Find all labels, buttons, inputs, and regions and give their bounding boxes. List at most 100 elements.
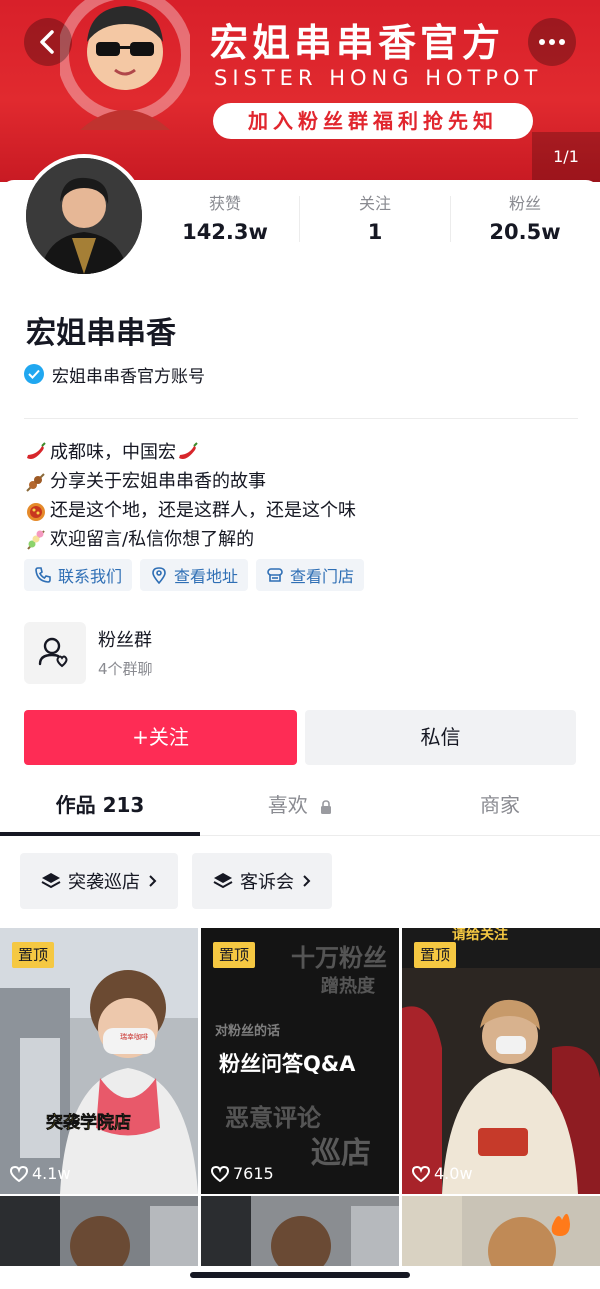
layers-icon bbox=[41, 873, 61, 889]
dango-icon bbox=[27, 529, 45, 550]
verified-row: 宏姐串串香官方账号 bbox=[24, 362, 205, 387]
collection-label: 突袭巡店 bbox=[68, 872, 140, 893]
stat-value: 20.5w bbox=[489, 220, 561, 244]
mask-logo-text: 瑞幸咖啡 bbox=[120, 1033, 148, 1041]
chip-label: 联系我们 bbox=[58, 567, 123, 586]
collection-surprise-inspection[interactable]: 突袭巡店 bbox=[20, 853, 178, 909]
video-card[interactable]: 十万粉丝 蹭热度 对粉丝的话 粉丝问答Q&A 恶意评论 巡店 置顶 7615 bbox=[201, 928, 399, 1194]
follow-button[interactable]: +关注 bbox=[24, 710, 297, 765]
like-count: 7615 bbox=[211, 1164, 274, 1183]
tab-works[interactable]: 作品 213 bbox=[0, 780, 200, 836]
chevron-right-icon bbox=[303, 875, 311, 887]
banner-title: 宏姐串串香官方 bbox=[210, 21, 505, 65]
video-thumbnail bbox=[0, 1196, 198, 1266]
video-card[interactable] bbox=[0, 1196, 198, 1266]
more-dots-icon bbox=[539, 39, 565, 45]
stat-label: 粉丝 bbox=[508, 194, 541, 213]
banner-text: 请给关注 bbox=[452, 928, 508, 943]
contact-us-chip[interactable]: 联系我们 bbox=[24, 559, 133, 591]
view-address-chip[interactable]: 查看地址 bbox=[140, 559, 249, 591]
stat-following[interactable]: 关注 1 bbox=[300, 190, 450, 244]
stat-value: 1 bbox=[367, 220, 383, 244]
watermark-text: 蹭热度 bbox=[321, 976, 375, 997]
view-store-chip[interactable]: 查看门店 bbox=[256, 559, 365, 591]
video-caption: 粉丝问答Q&A bbox=[219, 1052, 356, 1076]
bio-text: 成都味，中国宏 bbox=[50, 442, 176, 463]
fan-group-subtitle: 4个群聊 bbox=[98, 660, 153, 678]
profile-name: 宏姐串串香 bbox=[26, 316, 176, 351]
tab-label: 喜欢 bbox=[267, 793, 308, 817]
watermark-text: 恶意评论 bbox=[225, 1104, 321, 1132]
bio-line: 成都味，中国宏 bbox=[24, 438, 584, 467]
video-card[interactable] bbox=[402, 1196, 600, 1266]
banner-page-indicator: 1/1 bbox=[532, 132, 600, 182]
verified-check-icon bbox=[24, 364, 44, 384]
bio: 成都味，中国宏 分享关于宏姐串串香的故事 还是这个地，还是这群人，还是这个味 欢… bbox=[24, 438, 584, 554]
active-tab-indicator bbox=[0, 832, 200, 836]
phone-icon bbox=[35, 567, 51, 583]
watermark-text: 十万粉丝 bbox=[291, 944, 387, 972]
back-button[interactable] bbox=[24, 18, 72, 66]
stats-row: 获赞 142.3w 关注 1 粉丝 20.5w bbox=[150, 190, 600, 250]
message-button[interactable]: 私信 bbox=[305, 710, 576, 765]
collection-label: 客诉会 bbox=[240, 872, 294, 893]
tab-likes[interactable]: 喜欢 bbox=[200, 780, 400, 836]
bio-line: 欢迎留言/私信你想了解的 bbox=[24, 525, 584, 554]
hotpot-icon bbox=[27, 502, 45, 521]
bio-line: 还是这个地，还是这群人，还是这个味 bbox=[24, 496, 584, 525]
stat-likes[interactable]: 获赞 142.3w bbox=[150, 190, 300, 244]
video-caption: 突袭学院店 bbox=[46, 1113, 132, 1134]
tab-label: 商家 bbox=[480, 793, 520, 817]
video-card[interactable]: 请给关注 置顶 4.0w bbox=[402, 928, 600, 1194]
store-icon bbox=[267, 568, 283, 582]
stat-label: 关注 bbox=[358, 194, 391, 213]
like-count: 4.1w bbox=[10, 1164, 71, 1183]
like-count-text: 7615 bbox=[233, 1164, 274, 1183]
heart-icon bbox=[211, 1165, 229, 1182]
contact-chips: 联系我们 查看地址 查看门店 bbox=[24, 559, 372, 591]
pinned-badge: 置顶 bbox=[414, 942, 457, 968]
avatar-image bbox=[26, 158, 142, 274]
bio-text: 欢迎留言/私信你想了解的 bbox=[50, 529, 255, 550]
divider bbox=[24, 418, 578, 419]
fan-group-title: 粉丝群 bbox=[98, 630, 152, 651]
verified-text: 宏姐串串香官方账号 bbox=[52, 366, 205, 387]
chip-label: 查看门店 bbox=[290, 567, 355, 586]
banner-subtitle: SISTER HONG HOTPOT bbox=[214, 66, 543, 90]
pinned-badge: 置顶 bbox=[12, 942, 55, 968]
mascot-logo bbox=[60, 0, 190, 130]
user-heart-icon bbox=[38, 637, 68, 668]
skewer-icon bbox=[26, 472, 45, 492]
bio-text: 分享关于宏姐串串香的故事 bbox=[50, 471, 266, 492]
video-thumbnail bbox=[402, 1196, 600, 1266]
chip-label: 查看地址 bbox=[174, 567, 239, 586]
tab-merchant[interactable]: 商家 bbox=[400, 780, 600, 836]
chevron-right-icon bbox=[149, 875, 157, 887]
watermark-text: 巡店 bbox=[311, 1136, 371, 1171]
video-card[interactable]: 突袭学院店 瑞幸咖啡 置顶 4.1w bbox=[0, 928, 198, 1194]
chili-pepper-icon bbox=[179, 441, 198, 459]
bio-text: 还是这个地，还是这群人，还是这个味 bbox=[50, 500, 356, 521]
heart-icon bbox=[412, 1165, 430, 1182]
stat-followers[interactable]: 粉丝 20.5w bbox=[450, 190, 600, 244]
location-pin-icon bbox=[152, 567, 166, 584]
video-thumbnail bbox=[201, 1196, 399, 1266]
chevron-left-icon bbox=[40, 30, 54, 54]
collection-complaint-meeting[interactable]: 客诉会 bbox=[192, 853, 332, 909]
watermark-text: 对粉丝的话 bbox=[215, 1024, 281, 1039]
layers-icon bbox=[213, 873, 233, 889]
lock-icon bbox=[321, 799, 332, 814]
video-card[interactable] bbox=[201, 1196, 399, 1266]
more-button[interactable] bbox=[528, 18, 576, 66]
tab-label: 作品 213 bbox=[55, 793, 145, 817]
fan-group-entry[interactable]: 粉丝群 4个群聊 bbox=[24, 622, 574, 684]
pinned-badge: 置顶 bbox=[213, 942, 256, 968]
avatar[interactable] bbox=[22, 154, 146, 278]
like-count-text: 4.0w bbox=[434, 1164, 473, 1183]
content-tabs: 作品 213 喜欢 商家 bbox=[0, 780, 600, 836]
like-count: 4.0w bbox=[412, 1164, 473, 1183]
stat-value: 142.3w bbox=[182, 220, 268, 244]
like-count-text: 4.1w bbox=[32, 1164, 71, 1183]
home-indicator bbox=[190, 1272, 410, 1278]
fan-group-promo-pill[interactable]: 加入粉丝群福利抢先知 bbox=[213, 103, 533, 139]
